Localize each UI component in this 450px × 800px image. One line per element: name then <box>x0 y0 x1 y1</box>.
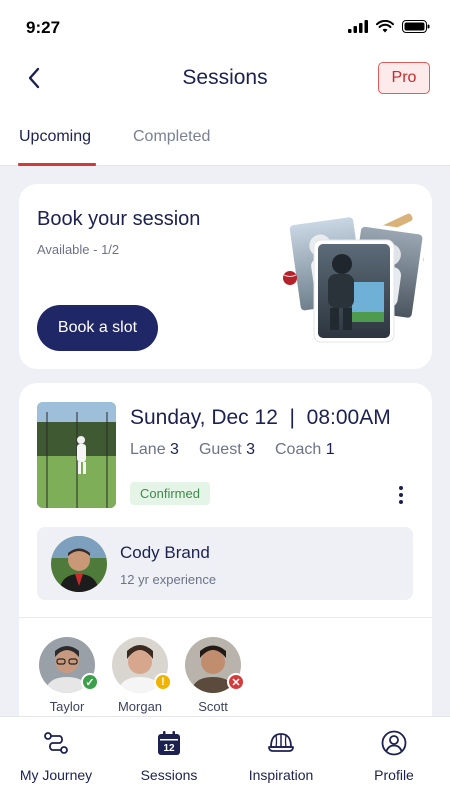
nav-profile[interactable]: Profile <box>338 729 450 783</box>
cap-icon <box>268 733 294 752</box>
nav-label: Sessions <box>140 767 198 783</box>
battery-icon <box>402 20 430 33</box>
divider <box>19 617 432 618</box>
calendar-day: 12 <box>163 743 175 754</box>
book-slot-button[interactable]: Book a slot <box>37 305 158 351</box>
tab-upcoming[interactable]: Upcoming <box>19 128 91 146</box>
app-header: Sessions Pro <box>0 52 450 108</box>
upcoming-session-card[interactable]: Sunday, Dec 12 | 08:00AM Lane 3 Guest 3 … <box>19 383 432 743</box>
book-card-title: Book your session <box>37 208 201 230</box>
coach-info: Coach 1 <box>275 441 335 458</box>
check-icon: ✓ <box>81 673 99 691</box>
nav-label: Profile <box>374 767 414 783</box>
coach-experience: 12 yr experience <box>120 572 217 587</box>
warning-icon: ! <box>154 673 172 691</box>
calendar-icon: 12 <box>158 731 180 755</box>
close-icon: ✕ <box>227 673 245 691</box>
lane-value: 3 <box>170 441 179 458</box>
coach-avatar <box>51 536 107 592</box>
coach-name: Cody Brand <box>120 543 210 562</box>
bottom-navigation: My Journey 12 Sessions Inspiration Profi… <box>0 716 450 800</box>
profile-icon <box>381 730 407 756</box>
guest-name: Scott <box>198 699 228 714</box>
lane-info: Lane 3 <box>130 441 179 458</box>
pro-button[interactable]: Pro <box>378 62 430 94</box>
status-badge: Confirmed <box>130 482 210 505</box>
guest-taylor[interactable]: ✓ Taylor <box>37 637 99 714</box>
cricket-photos-illustration <box>283 213 424 343</box>
nav-my-journey[interactable]: My Journey <box>0 729 112 783</box>
active-tab-indicator <box>18 163 96 166</box>
status-icons <box>348 20 430 33</box>
more-vertical-icon <box>399 486 403 490</box>
nav-label: Inspiration <box>248 767 314 783</box>
tab-completed[interactable]: Completed <box>133 128 210 146</box>
session-thumbnail <box>37 402 116 508</box>
guest-name: Taylor <box>49 699 85 714</box>
wifi-icon <box>376 20 394 33</box>
status-bar: 9:27 <box>0 0 450 52</box>
signal-icon <box>348 20 368 33</box>
guest-morgan[interactable]: ! Morgan <box>110 637 172 714</box>
coach-card[interactable]: Cody Brand 12 yr experience <box>37 527 413 600</box>
journey-icon <box>44 732 68 754</box>
session-datetime: Sunday, Dec 12 | 08:00AM <box>130 406 391 429</box>
book-session-card: Book your session Available - 1/2 Book a… <box>19 184 432 369</box>
guest-name: Morgan <box>117 699 163 714</box>
guest-info: Guest 3 <box>198 441 255 458</box>
nav-sessions[interactable]: 12 Sessions <box>113 729 225 783</box>
session-details: Lane 3 Guest 3 Coach 1 <box>130 441 335 459</box>
nav-inspiration[interactable]: Inspiration <box>225 729 337 783</box>
guest-scott[interactable]: ✕ Scott <box>183 637 245 714</box>
availability-text: Available - 1/2 <box>37 242 120 257</box>
status-time: 9:27 <box>26 18 61 37</box>
more-options-button[interactable] <box>394 483 408 507</box>
nav-label: My Journey <box>19 767 93 783</box>
coach-value: 1 <box>325 441 335 458</box>
guest-value: 3 <box>246 441 255 458</box>
session-tabs: Upcoming Completed <box>0 108 450 166</box>
